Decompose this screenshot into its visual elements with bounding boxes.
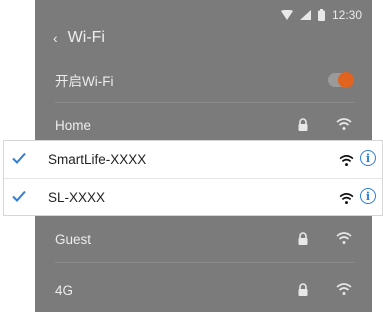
network-name: 4G	[55, 282, 74, 298]
chevron-left-icon[interactable]: ‹	[53, 30, 58, 46]
highlighted-networks-panel: SmartLife-XXXX i SL-XXXX i	[3, 140, 383, 216]
checkmark-icon	[12, 151, 26, 169]
network-row-sl[interactable]: SL-XXXX i	[4, 179, 382, 216]
network-name: SmartLife-XXXX	[48, 152, 147, 167]
lock-icon	[298, 118, 308, 134]
wifi-icon	[339, 153, 354, 171]
wifi-icon	[336, 232, 352, 247]
network-row-4g[interactable]: 4G	[35, 268, 372, 312]
network-name: Guest	[55, 231, 92, 247]
lock-icon	[298, 232, 308, 248]
lock-icon	[298, 283, 308, 299]
signal-wifi-icon	[280, 10, 293, 20]
info-icon[interactable]: i	[360, 188, 376, 204]
toggle-knob	[338, 72, 354, 88]
wifi-toggle-switch[interactable]	[328, 72, 354, 88]
cellular-signal-icon	[299, 10, 311, 20]
network-name: SL-XXXX	[48, 190, 106, 205]
wifi-toggle-label: 开启Wi-Fi	[55, 74, 114, 89]
network-row-guest[interactable]: Guest	[35, 217, 372, 261]
network-row-smartlife[interactable]: SmartLife-XXXX i	[4, 141, 382, 178]
checkmark-icon	[12, 189, 26, 207]
status-time: 12:30	[331, 8, 362, 22]
wifi-icon	[339, 191, 354, 209]
header: ‹ Wi-Fi	[53, 26, 105, 50]
info-icon[interactable]: i	[360, 150, 376, 166]
battery-icon	[317, 9, 325, 21]
wifi-toggle-row[interactable]: 开启Wi-Fi	[35, 58, 372, 102]
wifi-icon	[336, 283, 352, 298]
divider	[55, 262, 355, 263]
wifi-icon	[336, 118, 352, 133]
network-name: Home	[55, 117, 92, 133]
page-title: Wi-Fi	[67, 29, 105, 46]
status-bar: 12:30	[280, 6, 362, 24]
